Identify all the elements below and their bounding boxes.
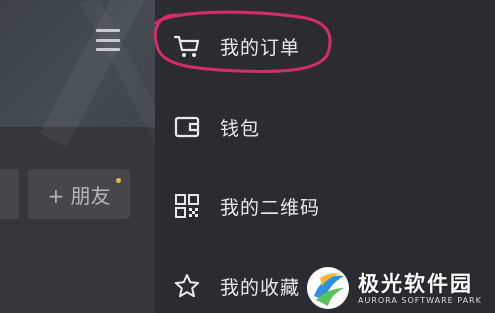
watermark-subtitle: AURORA SOFTWARE PARK <box>358 295 482 305</box>
watermark: 极光软件园 AURORA SOFTWARE PARK <box>300 263 495 313</box>
notification-dot <box>116 178 121 183</box>
add-friend-button[interactable]: + 朋友 <box>28 169 130 219</box>
aurora-logo-icon <box>307 267 349 309</box>
menu-item-label: 钱包 <box>220 117 261 140</box>
menu-item-label: 我的二维码 <box>220 196 321 219</box>
left-panel: + 朋友 <box>0 0 155 313</box>
menu-item-label: 我的收藏 <box>220 276 301 299</box>
add-friend-label: + 朋友 <box>47 183 111 208</box>
hamburger-menu-icon[interactable] <box>96 29 120 51</box>
watermark-title: 极光软件园 <box>358 271 473 296</box>
menu-item-qr-code[interactable]: 我的二维码 <box>155 181 495 231</box>
wallet-icon <box>172 112 202 142</box>
highlight-annotation <box>153 10 332 73</box>
star-icon <box>172 271 202 301</box>
profile-header-background <box>0 0 155 155</box>
qr-code-icon <box>172 191 202 221</box>
menu-item-wallet[interactable]: 钱包 <box>155 102 495 152</box>
partial-button[interactable] <box>0 169 19 219</box>
